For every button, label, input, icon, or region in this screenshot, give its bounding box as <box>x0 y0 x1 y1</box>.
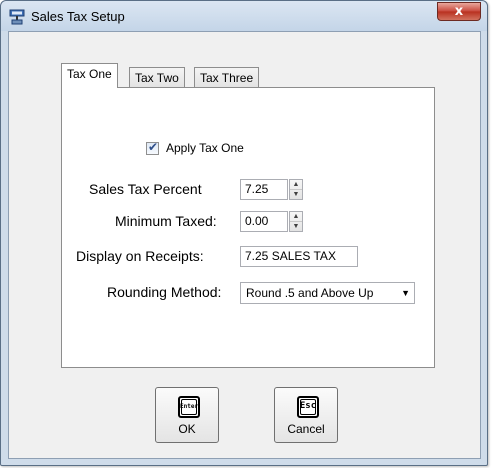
tab-tax-three[interactable]: Tax Three <box>194 67 260 89</box>
sales-tax-setup-window: Sales Tax Setup x Tax One Tax Two Tax Th… <box>0 0 488 466</box>
apply-tax-checkbox[interactable]: ✔ <box>146 140 159 155</box>
tab-label: Tax Two <box>135 71 179 85</box>
minimum-taxed-label: Minimum Taxed: <box>115 213 217 229</box>
cancel-button[interactable]: Esc Cancel <box>274 387 338 443</box>
rounding-method-value: Round .5 and Above Up <box>246 286 374 300</box>
ok-button[interactable]: Enter OK <box>155 387 219 443</box>
close-button[interactable]: x <box>437 2 481 21</box>
tab-tax-two[interactable]: Tax Two <box>129 67 185 89</box>
spin-up-icon[interactable]: ▲ <box>290 180 302 190</box>
minimum-taxed-spinner[interactable]: ▲ ▼ <box>289 211 303 232</box>
title-bar[interactable]: Sales Tax Setup x <box>1 1 487 31</box>
display-on-receipts-input[interactable]: 7.25 SALES TAX <box>240 246 358 267</box>
tab-label: Tax One <box>67 67 112 81</box>
sales-tax-percent-input[interactable]: 7.25 <box>240 179 288 200</box>
tab-tax-one[interactable]: Tax One <box>61 63 118 88</box>
spin-down-icon[interactable]: ▼ <box>290 190 302 200</box>
enter-key-icon: Enter <box>178 396 200 418</box>
rounding-method-select[interactable]: Round .5 and Above Up ▼ <box>240 282 415 304</box>
window-title: Sales Tax Setup <box>31 9 125 24</box>
register-icon <box>9 9 25 25</box>
sales-tax-percent-spinner[interactable]: ▲ ▼ <box>289 179 303 200</box>
minimum-taxed-input[interactable]: 0.00 <box>240 211 288 232</box>
checkmark-icon: ✔ <box>148 140 159 154</box>
spin-up-icon[interactable]: ▲ <box>290 212 302 222</box>
display-on-receipts-label: Display on Receipts: <box>76 248 204 264</box>
esc-key-icon: Esc <box>297 396 319 418</box>
cancel-button-label: Cancel <box>287 422 325 436</box>
enter-key-label: Enter <box>180 403 199 410</box>
sales-tax-percent-label: Sales Tax Percent <box>89 181 202 197</box>
chevron-down-icon[interactable]: ▼ <box>401 283 410 303</box>
esc-key-label: Esc <box>299 401 317 411</box>
tab-label: Tax Three <box>200 71 254 85</box>
apply-tax-label: Apply Tax One <box>166 141 244 155</box>
close-icon: x <box>454 4 464 19</box>
rounding-method-label: Rounding Method: <box>107 284 222 300</box>
dialog-body: Tax One Tax Two Tax Three ✔ Apply Tax On… <box>8 31 481 459</box>
ok-button-label: OK <box>178 422 196 436</box>
spin-down-icon[interactable]: ▼ <box>290 222 302 232</box>
tab-panel-tax-one: ✔ Apply Tax One Sales Tax Percent 7.25 ▲… <box>61 87 435 368</box>
